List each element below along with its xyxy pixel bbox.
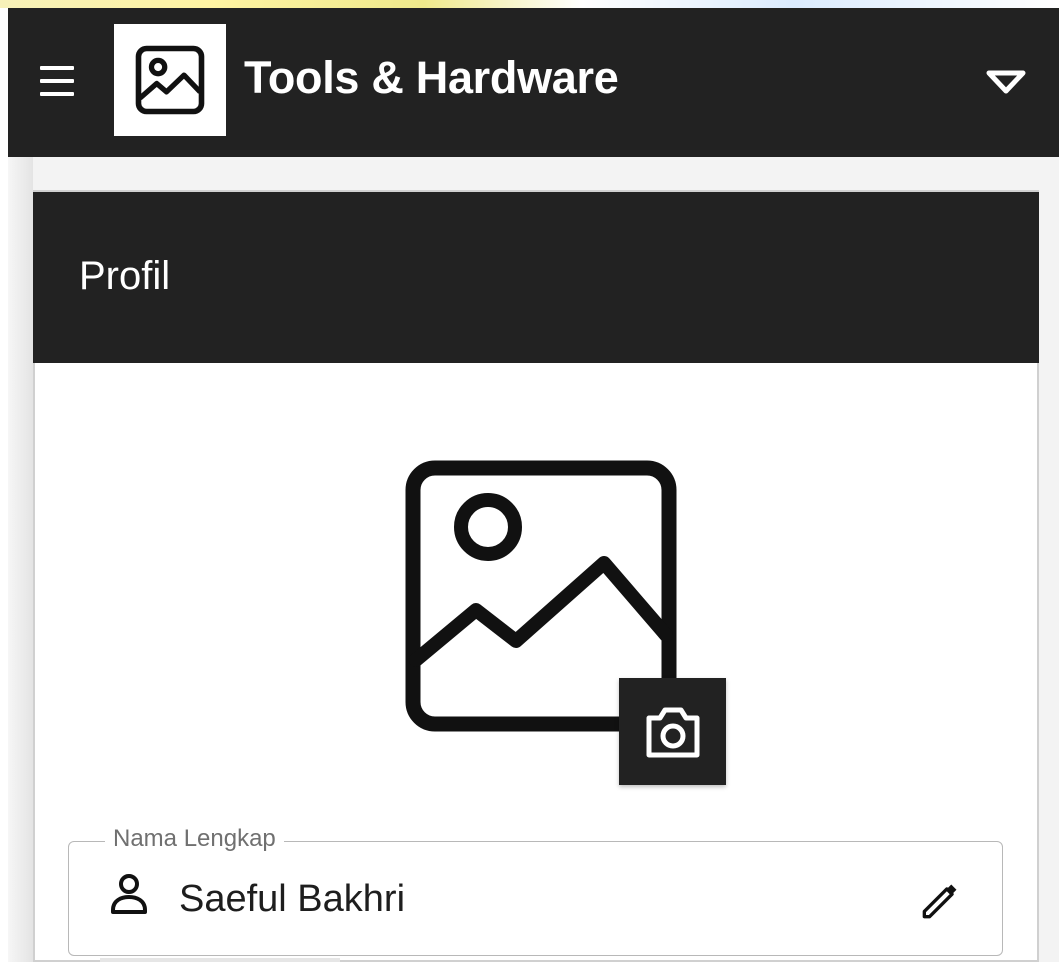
image-placeholder-icon <box>135 45 205 115</box>
edit-name-button[interactable] <box>913 872 969 928</box>
bottom-edge-mark <box>100 958 340 962</box>
pencil-edit-icon <box>922 884 957 919</box>
menu-button[interactable] <box>40 66 74 96</box>
full-name-value: Saeful Bakhri <box>179 878 406 920</box>
app-logo[interactable] <box>114 24 226 136</box>
app-bar: Tools & Hardware <box>8 8 1059 157</box>
app-title: Tools & Hardware <box>244 52 619 103</box>
account-dropdown-button[interactable] <box>980 64 1032 100</box>
card-header: Profil <box>33 190 1039 363</box>
camera-icon <box>646 707 699 757</box>
triangle-down-icon <box>986 70 1026 94</box>
full-name-field[interactable]: Nama Lengkap Saeful Bakhri <box>68 825 1003 956</box>
change-photo-button[interactable] <box>619 678 726 785</box>
page-shadow <box>8 157 33 962</box>
left-edge <box>0 8 8 962</box>
card-title: Profil <box>79 254 171 298</box>
full-name-label: Nama Lengkap <box>105 825 284 853</box>
top-decoration-strip <box>0 0 1059 8</box>
person-icon <box>111 874 147 914</box>
hamburger-menu-icon <box>40 66 74 70</box>
